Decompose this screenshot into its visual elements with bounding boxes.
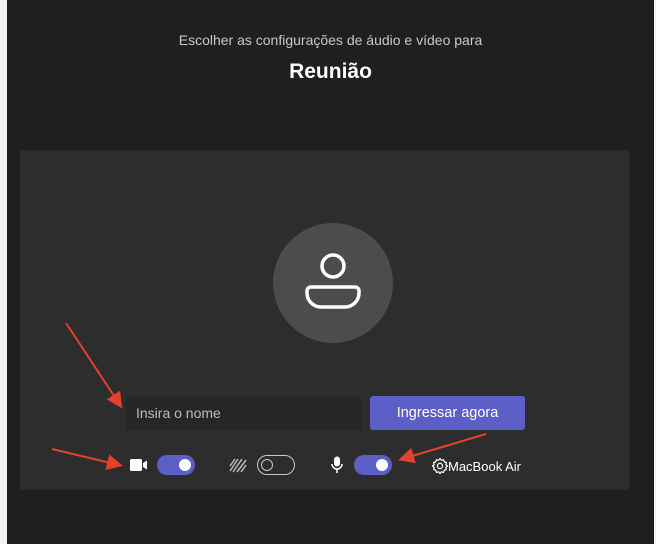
toggle-knob [261, 458, 273, 471]
microphone-icon[interactable] [331, 456, 343, 474]
subtitle: Escolher as configurações de áudio e víd… [178, 32, 483, 48]
gear-icon[interactable] [431, 457, 449, 475]
toggle-knob [376, 459, 388, 471]
background-effects-toggle[interactable] [257, 455, 295, 475]
meeting-title: Reunião [289, 60, 372, 83]
join-now-button[interactable]: Ingressar agora [370, 396, 525, 430]
name-input[interactable] [126, 396, 361, 430]
prejoin-screen: Escolher as configurações de áudio e víd… [7, 0, 654, 544]
video-preview-panel: Ingressar agora MacBook A [20, 150, 629, 490]
person-icon [305, 253, 361, 309]
microphone-toggle[interactable] [354, 455, 392, 475]
background-blur-icon[interactable] [228, 457, 248, 473]
camera-icon[interactable] [130, 458, 148, 472]
audio-device-label[interactable]: MacBook Air [448, 459, 521, 474]
avatar [273, 223, 393, 343]
toggle-knob [179, 459, 191, 471]
camera-toggle[interactable] [157, 455, 195, 475]
